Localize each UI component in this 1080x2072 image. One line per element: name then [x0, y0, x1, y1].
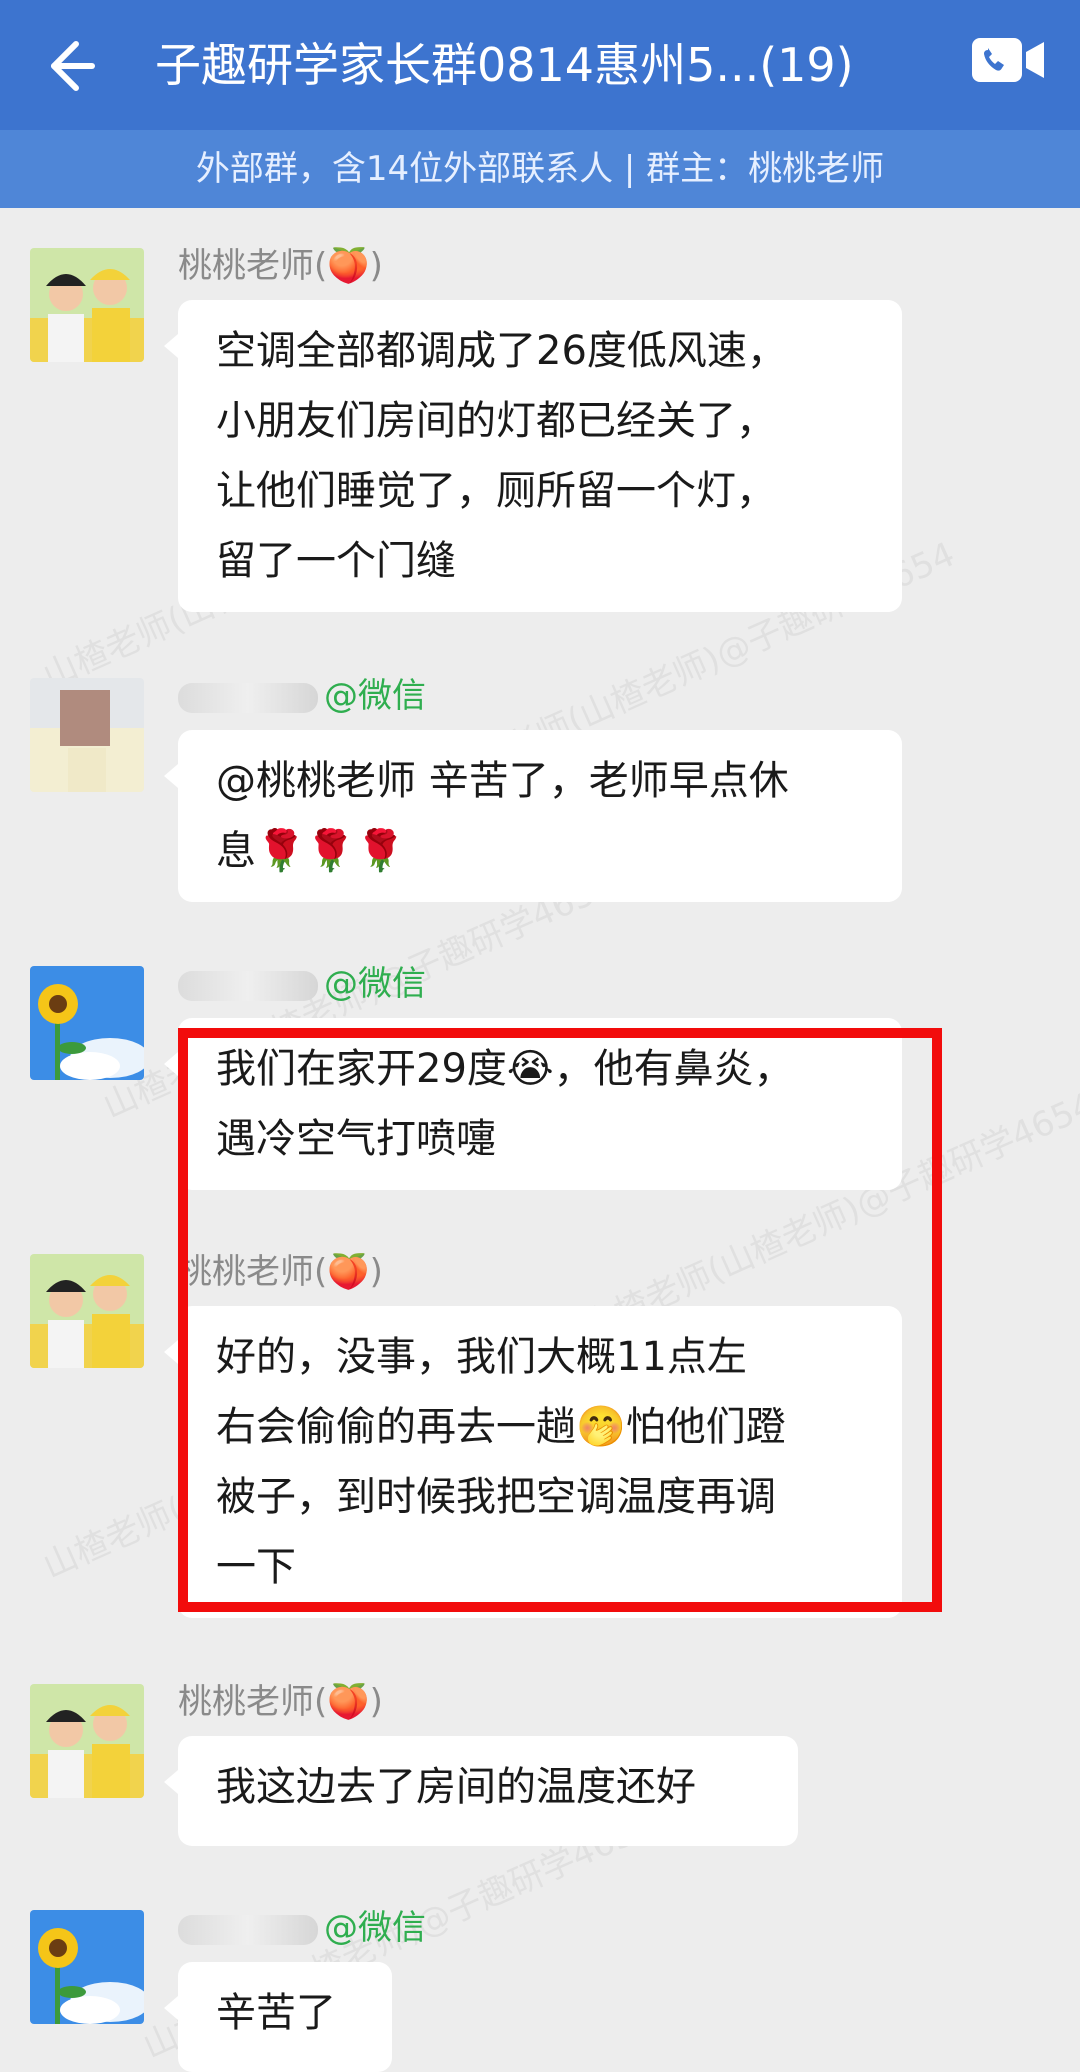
message-line: 息🌹🌹🌹 [216, 828, 406, 874]
video-call-icon[interactable] [972, 36, 1046, 84]
message-line: 留了一个门缝 [216, 538, 456, 584]
sender-name: 桃桃老师(🍑) [178, 246, 383, 286]
message-line: 遇冷空气打喷嚏 [216, 1116, 496, 1162]
message-bubble[interactable]: 好的，没事，我们大概11点左 右会偷偷的再去一趟🤭怕他们蹬 被子，到时候我把空调… [164, 1306, 902, 1618]
blurred-name [178, 682, 318, 713]
message-line: 一下 [216, 1544, 296, 1590]
sender-name: @微信 [178, 672, 426, 720]
teacher-avatar[interactable] [30, 248, 144, 362]
message-line: @桃桃老师 辛苦了，老师早点休 [216, 758, 789, 804]
message-bubble[interactable]: 空调全部都调成了26度低风速， 小朋友们房间的灯都已经关了， 让他们睡觉了，厕所… [164, 300, 902, 612]
wechat-tag: @微信 [324, 1908, 426, 1948]
message-line: 空调全部都调成了26度低风速， [216, 328, 787, 374]
message-line: 我这边去了房间的温度还好 [216, 1764, 696, 1810]
blurred-name [178, 970, 318, 1001]
message-line: 小朋友们房间的灯都已经关了， [216, 398, 776, 444]
message-line: 右会偷偷的再去一趟🤭怕他们蹬 [216, 1404, 786, 1450]
group-title: 子趣研学家长群0814惠州5...(19) [155, 38, 854, 92]
teacher-avatar[interactable] [30, 1684, 144, 1798]
teacher-avatar[interactable] [30, 1254, 144, 1368]
group-info-bar[interactable]: 外部群，含14位外部联系人 | 群主：桃桃老师 [0, 130, 1080, 208]
chat-header: 子趣研学家长群0814惠州5...(19) [0, 0, 1080, 130]
message-line: 辛苦了 [216, 1990, 336, 2036]
message-bubble[interactable]: 辛苦了 [164, 1962, 392, 2072]
wechat-tag: @微信 [324, 964, 426, 1004]
sunflower-avatar[interactable] [30, 966, 144, 1080]
wechat-tag: @微信 [324, 676, 426, 716]
sender-name: 桃桃老师(🍑) [178, 1682, 383, 1722]
chat-area[interactable]: 山楂老师(山楂老师)@子趣研学4654 山楂老师(山楂老师)@子趣研学4654 … [0, 208, 1080, 2072]
sender-name: @微信 [178, 960, 426, 1008]
parent-avatar-blurred[interactable] [30, 678, 144, 792]
message-line: 让他们睡觉了，厕所留一个灯， [216, 468, 776, 514]
sunflower-avatar[interactable] [30, 1910, 144, 2024]
message-bubble[interactable]: @桃桃老师 辛苦了，老师早点休 息🌹🌹🌹 [164, 730, 902, 902]
sender-name: 桃桃老师(🍑) [178, 1252, 383, 1292]
message-line: 被子，到时候我把空调温度再调 [216, 1474, 776, 1520]
back-arrow-icon[interactable] [30, 30, 102, 102]
blurred-name [178, 1914, 318, 1945]
message-line: 好的，没事，我们大概11点左 [216, 1334, 747, 1380]
sender-name: @微信 [178, 1904, 426, 1952]
message-bubble[interactable]: 我们在家开29度😭，他有鼻炎， 遇冷空气打喷嚏 [164, 1018, 902, 1190]
message-bubble[interactable]: 我这边去了房间的温度还好 [164, 1736, 798, 1846]
message-line: 我们在家开29度😭，他有鼻炎， [216, 1046, 794, 1092]
